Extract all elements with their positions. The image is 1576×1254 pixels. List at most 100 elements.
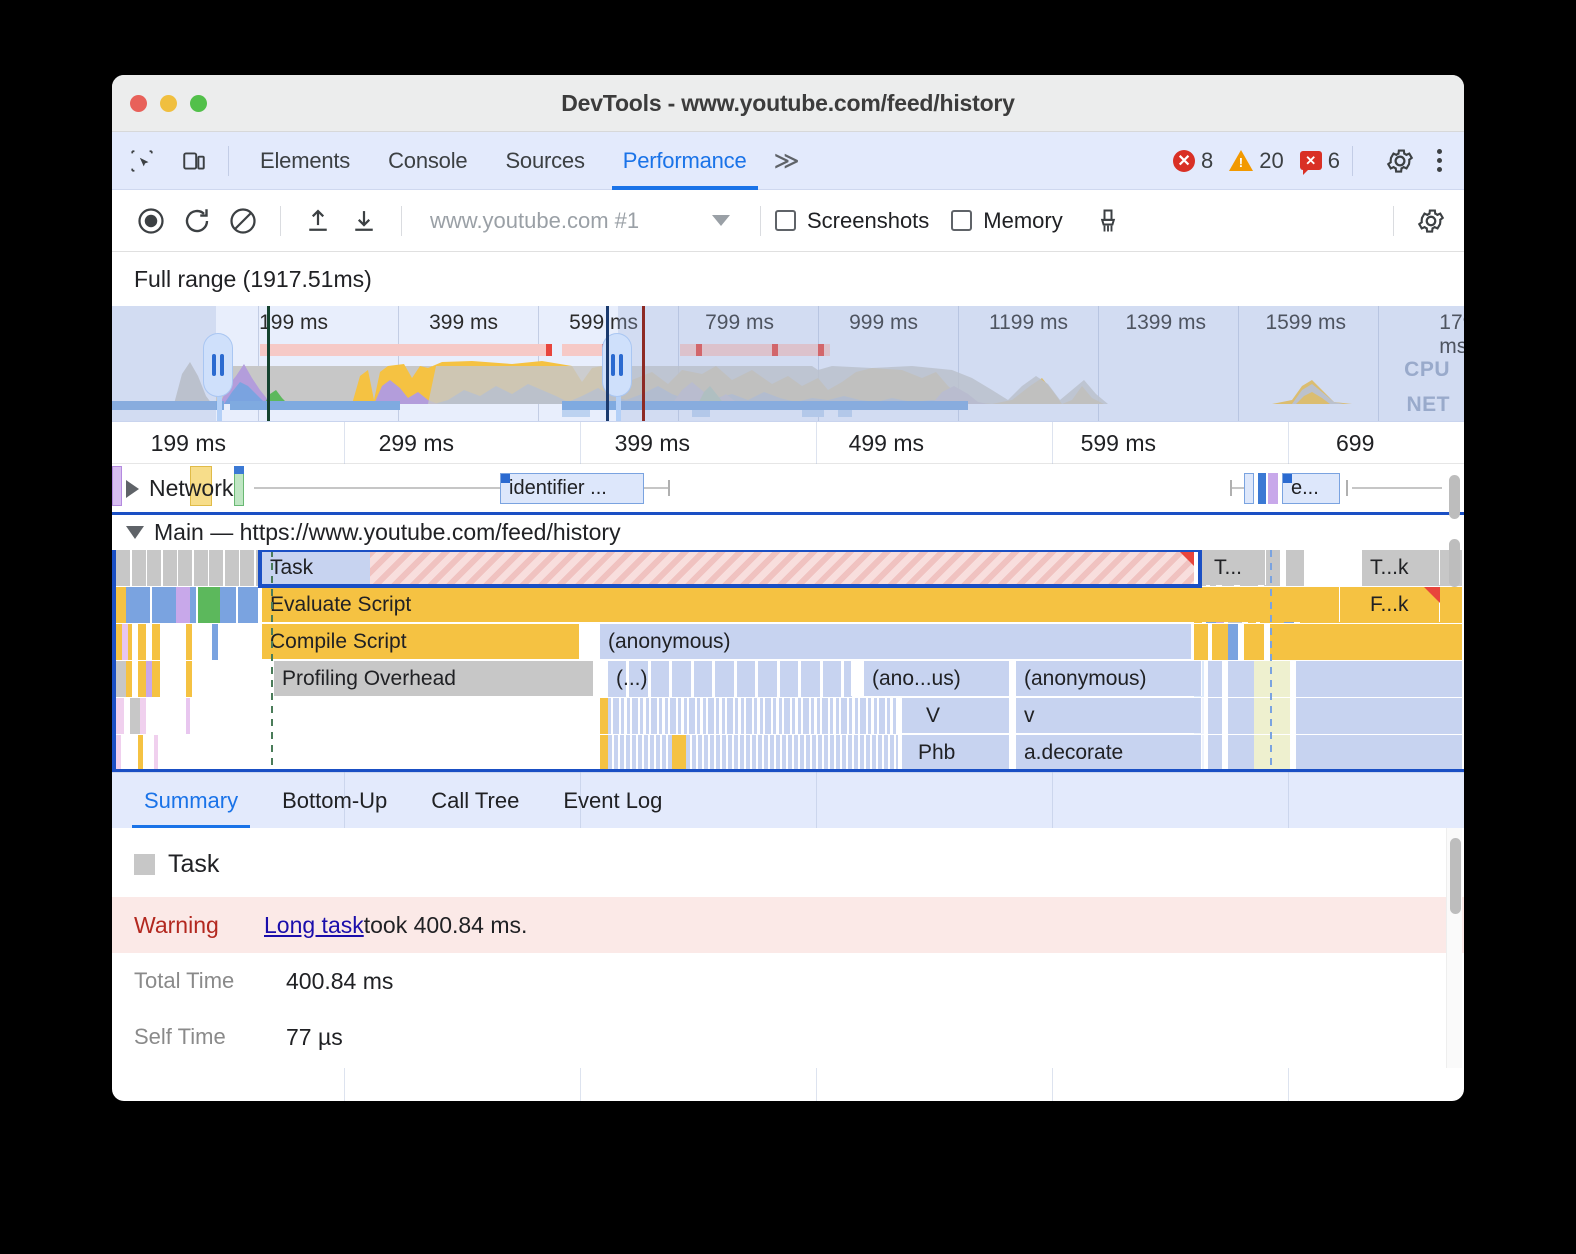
tab-summary[interactable]: Summary bbox=[122, 773, 260, 829]
total-time-row: Total Time 400.84 ms bbox=[112, 953, 1464, 1009]
warning-count: 20 bbox=[1259, 148, 1283, 174]
flame-row-2: Compile Script (anonymous) bbox=[116, 624, 1464, 660]
flame-block-label: T... bbox=[1214, 556, 1242, 580]
flame-block-evaluate-script[interactable]: Evaluate Script bbox=[262, 587, 1340, 622]
flame-block-task-2[interactable]: T... bbox=[1206, 550, 1266, 585]
flame-block-label: (...) bbox=[616, 667, 648, 691]
error-badge[interactable]: ✕ 8 bbox=[1173, 148, 1213, 174]
flame-block-v-lower[interactable]: v bbox=[1016, 698, 1202, 733]
chevron-down-icon bbox=[712, 215, 730, 226]
network-track[interactable]: Network identifier ... e... bbox=[112, 464, 1464, 512]
record-button[interactable] bbox=[128, 198, 174, 244]
network-request-bar[interactable]: identifier ... bbox=[500, 473, 644, 504]
save-profile-icon[interactable] bbox=[341, 198, 387, 244]
flame-block-label: Evaluate Script bbox=[270, 593, 411, 617]
more-options-icon[interactable] bbox=[1431, 145, 1448, 176]
flame-block-ellipsis[interactable]: (...) bbox=[608, 661, 852, 696]
expand-triangle-icon[interactable] bbox=[126, 480, 139, 498]
warning-text: took 400.84 ms. bbox=[364, 912, 528, 939]
flame-block-anonymous[interactable]: (anonymous) bbox=[600, 624, 1192, 659]
flame-block-label: Task bbox=[270, 556, 313, 580]
screenshots-checkbox[interactable]: Screenshots bbox=[775, 208, 929, 234]
warning-icon bbox=[1229, 150, 1253, 171]
flame-block-label: Compile Script bbox=[270, 630, 407, 654]
network-track-header[interactable]: Network bbox=[126, 475, 233, 502]
flame-block-v-upper[interactable]: V bbox=[902, 698, 1010, 733]
clear-recording-button[interactable] bbox=[220, 198, 266, 244]
timeline-overview[interactable]: 199 ms 399 ms 599 ms 799 ms 999 ms 1199 … bbox=[112, 306, 1464, 422]
flame-block-compile-script[interactable]: Compile Script bbox=[262, 624, 580, 659]
error-icon: ✕ bbox=[1173, 150, 1195, 172]
tab-console[interactable]: Console bbox=[369, 132, 486, 190]
settings-gear-icon[interactable] bbox=[1385, 146, 1415, 176]
overview-tick: 199 ms bbox=[259, 311, 334, 335]
flame-block-a-decorate[interactable]: a.decorate bbox=[1016, 735, 1202, 770]
flame-block-label: (ano...us) bbox=[872, 667, 961, 691]
tab-call-tree[interactable]: Call Tree bbox=[409, 773, 541, 829]
warning-triangle-icon bbox=[1178, 550, 1194, 566]
full-range-label: Full range (1917.51ms) bbox=[112, 252, 1464, 306]
flame-block-label: Profiling Overhead bbox=[282, 667, 456, 691]
warning-badge[interactable]: 20 bbox=[1229, 148, 1283, 174]
title-bar: DevTools - www.youtube.com/feed/history bbox=[112, 75, 1464, 132]
device-toolbar-icon[interactable] bbox=[172, 141, 216, 181]
summary-scrollbar-thumb[interactable] bbox=[1450, 838, 1461, 914]
collect-garbage-icon[interactable] bbox=[1085, 198, 1131, 244]
tab-sources[interactable]: Sources bbox=[486, 132, 603, 190]
tab-elements[interactable]: Elements bbox=[241, 132, 369, 190]
timeline-ruler: 199 ms 299 ms 399 ms 499 ms 599 ms 699 m… bbox=[112, 422, 1464, 464]
details-tab-bar: Summary Bottom-Up Call Tree Event Log bbox=[112, 772, 1464, 828]
flame-block-task-3[interactable]: T...k bbox=[1362, 550, 1440, 585]
total-time-value: 400.84 ms bbox=[286, 968, 393, 995]
tab-event-log[interactable]: Event Log bbox=[541, 773, 684, 829]
inspect-element-icon[interactable] bbox=[120, 141, 164, 181]
self-time-value: 77 µs bbox=[286, 1024, 343, 1051]
main-track-header[interactable]: Main — https://www.youtube.com/feed/hist… bbox=[112, 512, 1464, 550]
flame-block-anonymous-2[interactable]: (anonymous) bbox=[1016, 661, 1202, 696]
capture-settings-gear-icon[interactable] bbox=[1408, 198, 1454, 244]
flame-block-label: v bbox=[1024, 704, 1035, 728]
summary-scrollbar[interactable] bbox=[1446, 828, 1462, 1068]
tab-performance[interactable]: Performance bbox=[604, 132, 766, 190]
memory-checkbox[interactable]: Memory bbox=[951, 208, 1062, 234]
checkbox-box bbox=[775, 210, 796, 231]
main-track[interactable]: Main — https://www.youtube.com/feed/hist… bbox=[112, 512, 1464, 772]
network-scrollbar[interactable] bbox=[1446, 469, 1462, 529]
recording-selector[interactable]: www.youtube.com #1 bbox=[416, 208, 746, 234]
screenshots-label: Screenshots bbox=[807, 208, 929, 234]
network-request-bar-2[interactable]: e... bbox=[1282, 473, 1340, 504]
performance-toolbar: www.youtube.com #1 Screenshots Memory bbox=[112, 190, 1464, 252]
status-divider bbox=[1352, 146, 1353, 176]
long-task-marker bbox=[546, 344, 552, 356]
overview-dim-right bbox=[618, 306, 1464, 421]
network-request-label: identifier ... bbox=[509, 477, 607, 500]
flame-block-label: Phb bbox=[918, 741, 955, 765]
ruler-tick: 199 ms bbox=[151, 430, 234, 457]
tabbar-status-area: ✕ 8 20 ✕ 6 bbox=[1157, 145, 1464, 176]
reload-and-record-button[interactable] bbox=[174, 198, 220, 244]
main-scrollbar-thumb[interactable] bbox=[1449, 539, 1460, 587]
toolbar-divider-4 bbox=[1393, 206, 1394, 236]
collapse-triangle-icon[interactable] bbox=[126, 526, 144, 539]
tab-bottom-up[interactable]: Bottom-Up bbox=[260, 773, 409, 829]
checkbox-box bbox=[951, 210, 972, 231]
ruler-tick: 599 ms bbox=[1081, 430, 1164, 457]
long-task-link[interactable]: Long task bbox=[264, 912, 364, 939]
event-name: Task bbox=[168, 850, 219, 879]
flame-marker-blue bbox=[1270, 550, 1272, 769]
devtools-tab-bar: Elements Console Sources Performance ≫ ✕… bbox=[112, 132, 1464, 190]
flame-block-phb[interactable]: Phb bbox=[902, 735, 1010, 770]
flame-row-5: Phb a.decorate bbox=[116, 735, 1464, 771]
ruler-tick: 399 ms bbox=[615, 430, 698, 457]
message-badge[interactable]: ✕ 6 bbox=[1300, 148, 1340, 174]
flame-block-anon-short[interactable]: (ano...us) bbox=[864, 661, 1010, 696]
load-profile-icon[interactable] bbox=[295, 198, 341, 244]
flame-block-profiling-overhead[interactable]: Profiling Overhead bbox=[274, 661, 594, 696]
event-color-swatch bbox=[134, 854, 155, 875]
flame-chart[interactable]: Task T... T...k Evaluate Script F...k bbox=[112, 550, 1464, 772]
warning-row: Warning Long task took 400.84 ms. bbox=[112, 897, 1464, 953]
overview-selection-handle-left[interactable] bbox=[204, 334, 232, 396]
network-scrollbar-thumb[interactable] bbox=[1449, 475, 1460, 519]
main-scrollbar[interactable] bbox=[1446, 535, 1462, 615]
more-tabs-icon[interactable]: ≫ bbox=[766, 146, 808, 176]
